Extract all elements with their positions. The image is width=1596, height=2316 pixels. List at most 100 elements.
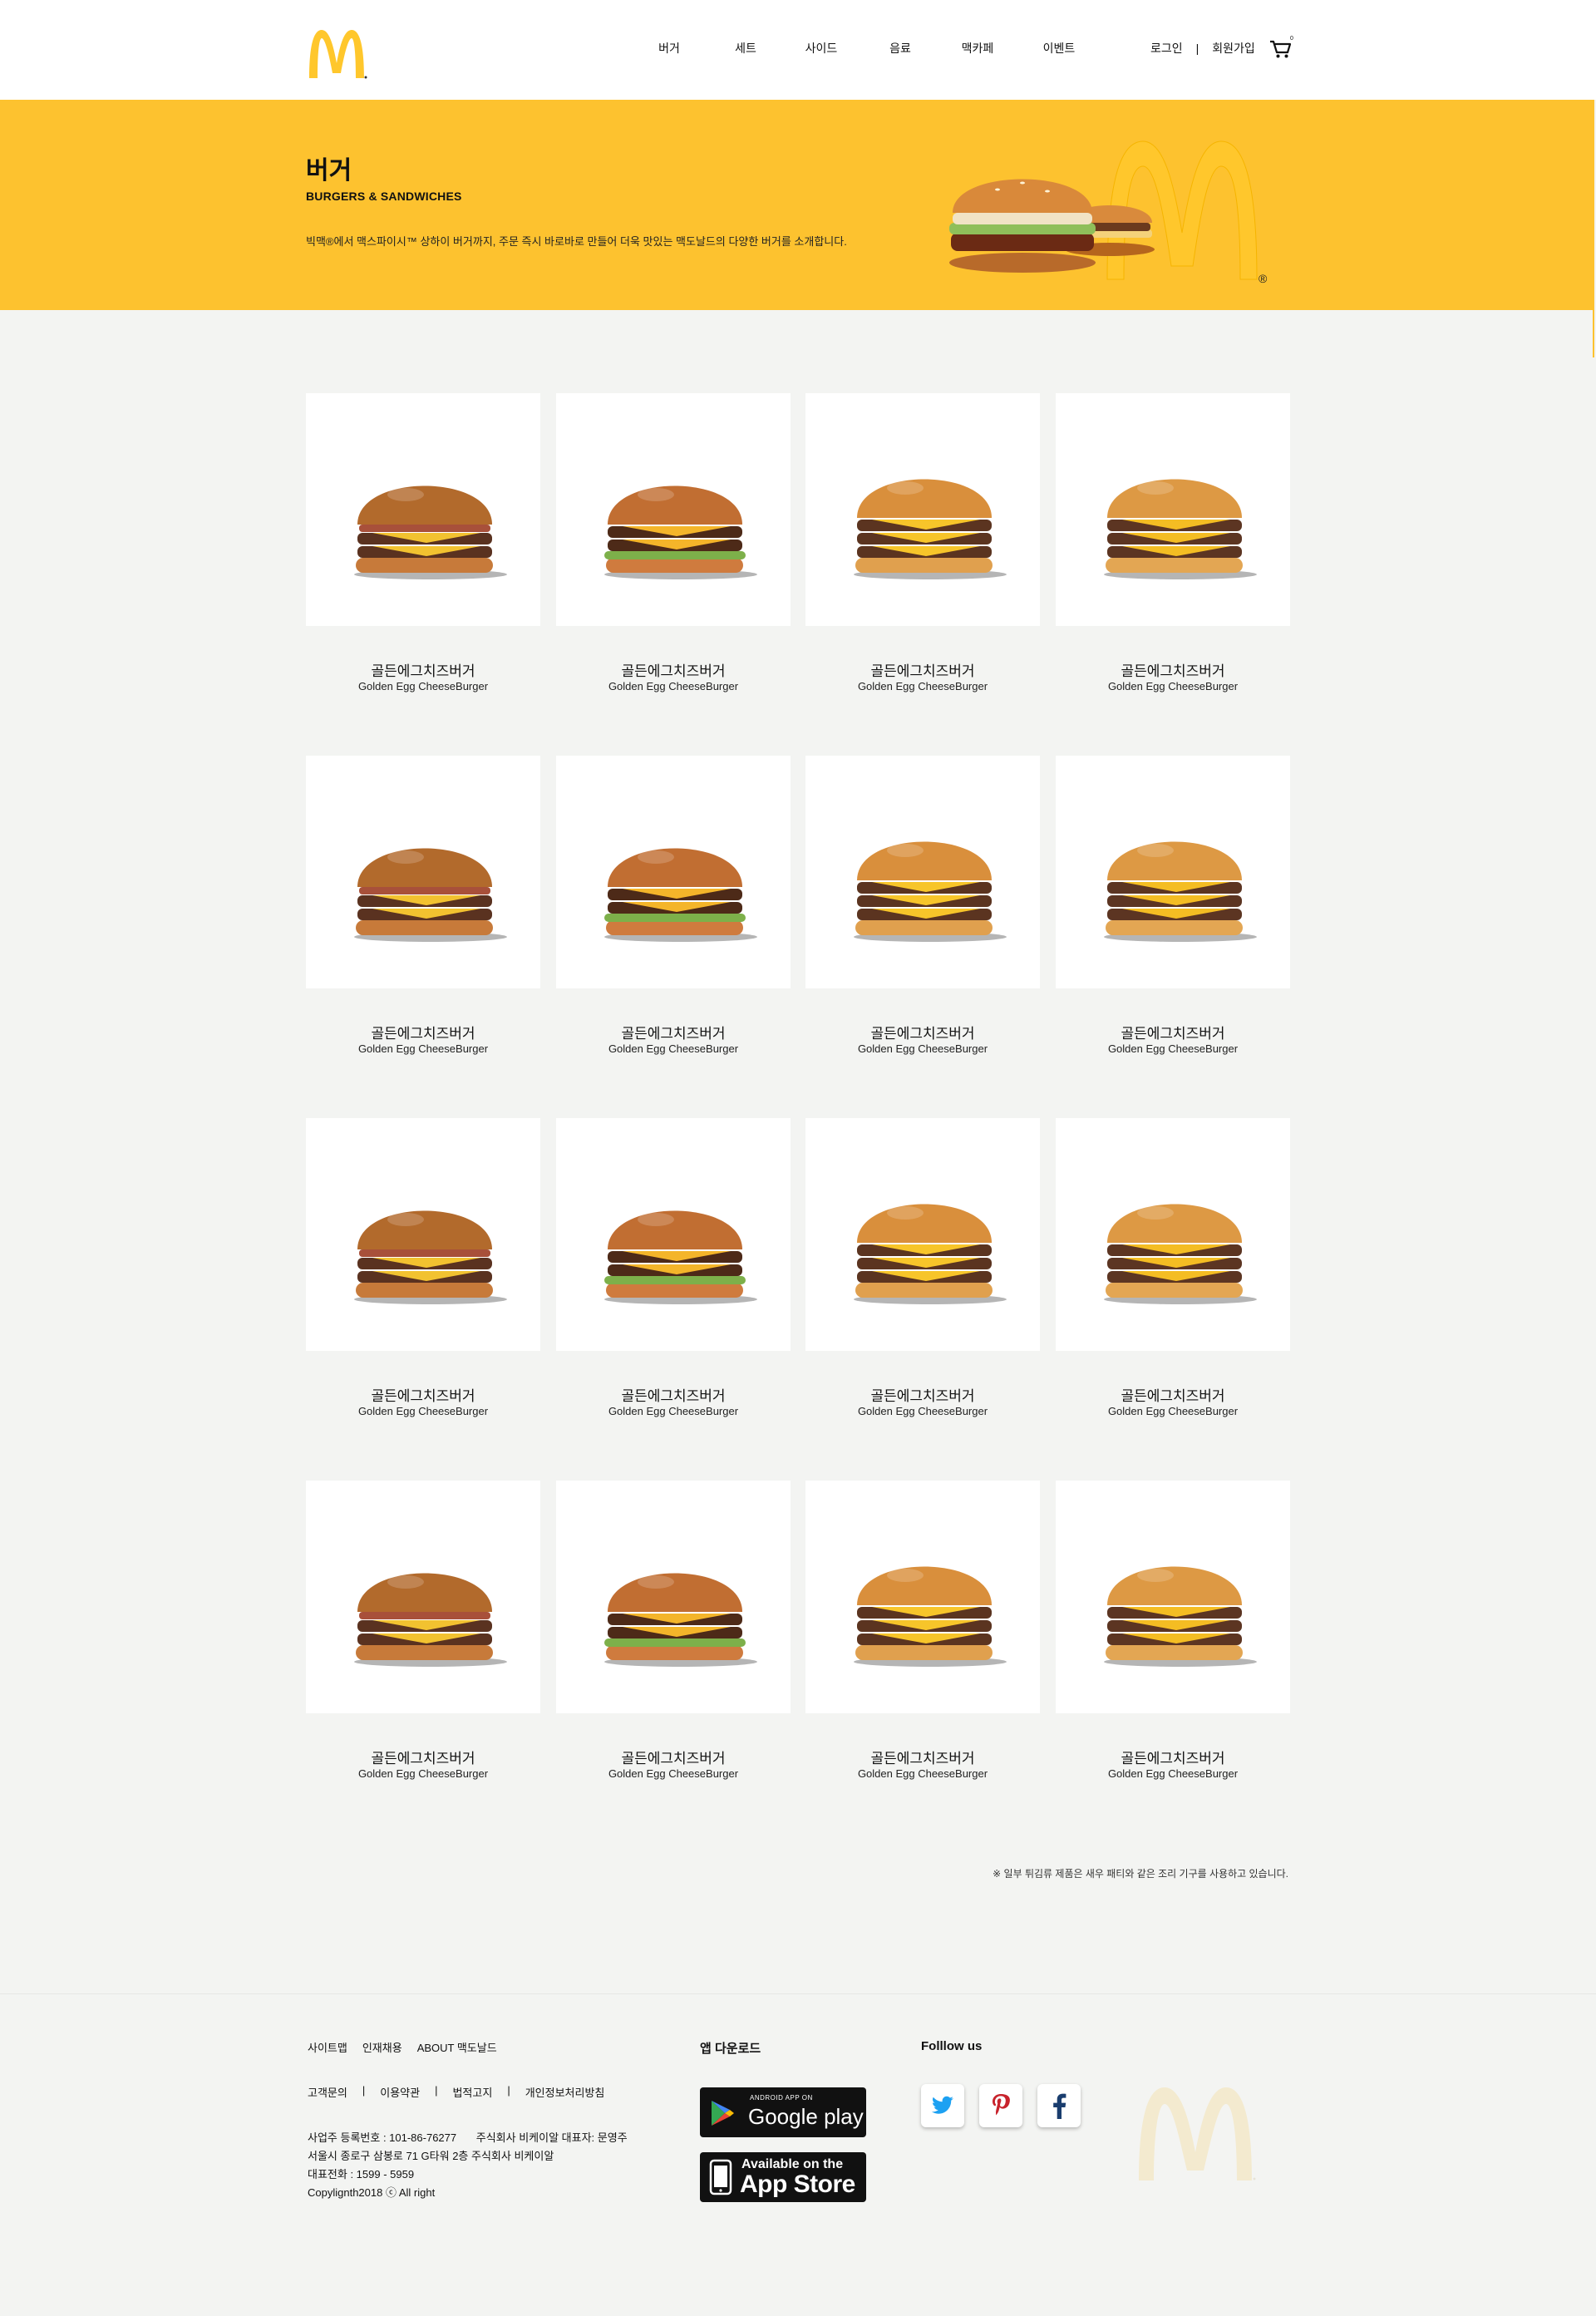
product-card[interactable]: 골든에그치즈버거 Golden Egg CheeseBurger [805, 1118, 1040, 1442]
product-name-ko[interactable]: 골든에그치즈버거 [306, 1022, 540, 1042]
product-image[interactable] [805, 1481, 1040, 1713]
nav-event[interactable]: 이벤트 [1036, 40, 1082, 57]
product-name-ko[interactable]: 골든에그치즈버거 [1056, 1022, 1290, 1042]
separator: | [507, 2084, 510, 2097]
product-name-ko[interactable]: 골든에그치즈버거 [1056, 659, 1290, 680]
product-image[interactable] [306, 1118, 540, 1351]
product-name-en: Golden Egg CheeseBurger [608, 680, 739, 692]
product-image[interactable] [556, 393, 791, 626]
page-title: 버거 [306, 157, 352, 185]
product-card[interactable]: 골든에그치즈버거 Golden Egg CheeseBurger [805, 1481, 1040, 1805]
product-image[interactable] [805, 1118, 1040, 1351]
product-name-en: Golden Egg CheeseBurger [857, 1767, 988, 1780]
login-link[interactable]: 로그인 [1150, 40, 1183, 57]
app-download-title: 앱 다운로드 [700, 2042, 761, 2056]
copyright: Copylignth2018 ⓒ All right [308, 2186, 436, 2199]
product-name-en: Golden Egg CheeseBurger [357, 1405, 489, 1417]
product-image[interactable] [805, 393, 1040, 626]
burger-image [354, 485, 507, 579]
google-play-button[interactable]: ANDROID APP ON Google play [700, 2087, 866, 2137]
nav-side[interactable]: 사이드 [798, 40, 845, 57]
product-name-en: Golden Egg CheeseBurger [857, 1405, 988, 1417]
product-name-en: Golden Egg CheeseBurger [1107, 1405, 1239, 1417]
product-card[interactable]: 골든에그치즈버거 Golden Egg CheeseBurger [306, 1481, 540, 1805]
product-image[interactable] [805, 756, 1040, 988]
footer-careers-link[interactable]: 인재채용 [362, 2039, 402, 2055]
product-image[interactable] [556, 1481, 791, 1713]
product-name-ko[interactable]: 골든에그치즈버거 [556, 1747, 791, 1767]
product-image[interactable] [1056, 756, 1290, 988]
product-name-ko[interactable]: 골든에그치즈버거 [1056, 1747, 1290, 1767]
product-name-en: Golden Egg CheeseBurger [1107, 680, 1239, 692]
product-card[interactable]: 골든에그치즈버거 Golden Egg CheeseBurger [1056, 1481, 1290, 1805]
google-play-icon [712, 2101, 734, 2126]
page-description: 빅맥®에서 맥스파이시™ 상하이 버거까지, 주문 즉시 바로바로 만들어 더욱… [306, 235, 847, 248]
cart-icon[interactable]: 0 [1268, 35, 1293, 60]
facebook-icon[interactable] [1037, 2084, 1081, 2127]
signup-link[interactable]: 회원가입 [1212, 40, 1255, 57]
product-card[interactable]: 골든에그치즈버거 Golden Egg CheeseBurger [556, 1118, 791, 1442]
product-name-ko[interactable]: 골든에그치즈버거 [306, 659, 540, 680]
product-name-ko[interactable]: 골든에그치즈버거 [556, 659, 791, 680]
product-image[interactable] [306, 756, 540, 988]
burger-image [1104, 841, 1257, 942]
product-name-ko[interactable]: 골든에그치즈버거 [1056, 1384, 1290, 1405]
product-name-ko[interactable]: 골든에그치즈버거 [306, 1747, 540, 1767]
product-name-ko[interactable]: 골든에그치즈버거 [556, 1384, 791, 1405]
pinterest-icon[interactable] [979, 2084, 1022, 2127]
burger-image [1104, 1204, 1257, 1304]
company-address: 서울시 종로구 삼봉로 71 G타워 2층 주식회사 비케이알 [308, 2150, 554, 2162]
product-card[interactable]: 골든에그치즈버거 Golden Egg CheeseBurger [1056, 1118, 1290, 1442]
product-image[interactable] [306, 1481, 540, 1713]
footer-links-primary: 사이트맵 인재채용 ABOUT 맥도날드 [308, 2039, 512, 2055]
product-image[interactable] [1056, 1481, 1290, 1713]
burger-image [354, 1573, 507, 1667]
product-name-ko[interactable]: 골든에그치즈버거 [306, 1384, 540, 1405]
product-name-ko[interactable]: 골든에그치즈버거 [805, 1384, 1040, 1405]
footer-contact-link[interactable]: 고객문의 [308, 2084, 347, 2100]
allergy-note: ※ 일부 튀김류 제품은 새우 패티와 같은 조리 기구를 사용하고 있습니다. [993, 1868, 1288, 1880]
product-name-ko[interactable]: 골든에그치즈버거 [805, 659, 1040, 680]
nav-mccafe[interactable]: 맥카페 [954, 40, 1001, 57]
product-image[interactable] [556, 1118, 791, 1351]
twitter-icon[interactable] [921, 2084, 964, 2127]
phone-icon [709, 2159, 732, 2195]
page-subtitle: BURGERS & SANDWICHES [306, 190, 462, 203]
footer-sitemap-link[interactable]: 사이트맵 [308, 2039, 347, 2055]
product-name-ko[interactable]: 골든에그치즈버거 [805, 1022, 1040, 1042]
product-image[interactable] [1056, 1118, 1290, 1351]
site-header: 버거 세트 사이드 음료 맥카페 이벤트 로그인 | 회원가입 0 [0, 0, 1596, 100]
nav-drink[interactable]: 음료 [879, 40, 921, 57]
nav-set[interactable]: 세트 [725, 40, 766, 57]
footer-terms-link[interactable]: 이용약관 [380, 2084, 420, 2100]
product-name-ko[interactable]: 골든에그치즈버거 [805, 1747, 1040, 1767]
product-image[interactable] [556, 756, 791, 988]
product-image[interactable] [1056, 393, 1290, 626]
product-card[interactable]: 골든에그치즈버거 Golden Egg CheeseBurger [556, 1481, 791, 1805]
product-name-ko[interactable]: 골든에그치즈버거 [556, 1022, 791, 1042]
company-name: 주식회사 비케이알 대표자: 문영주 [475, 2131, 628, 2144]
burger-image [1104, 1566, 1257, 1667]
footer-about-link[interactable]: ABOUT 맥도날드 [417, 2039, 497, 2055]
product-card[interactable]: 골든에그치즈버거 Golden Egg CheeseBurger [556, 393, 791, 717]
burger-image [354, 848, 507, 942]
product-card[interactable]: 골든에그치즈버거 Golden Egg CheeseBurger [1056, 756, 1290, 1080]
product-card[interactable]: 골든에그치즈버거 Golden Egg CheeseBurger [306, 393, 540, 717]
product-card[interactable]: 골든에그치즈버거 Golden Egg CheeseBurger [805, 393, 1040, 717]
product-image[interactable] [306, 393, 540, 626]
product-card[interactable]: 골든에그치즈버거 Golden Egg CheeseBurger [805, 756, 1040, 1080]
footer-legal-link[interactable]: 법적고지 [452, 2084, 492, 2100]
footer-links-secondary: 고객문의 | 이용약관 | 법적고지 | 개인정보처리방침 [308, 2084, 604, 2100]
business-number: 사업주 등록번호 : 101-86-76277 [308, 2131, 457, 2144]
mcdonalds-logo[interactable] [306, 27, 367, 80]
product-card[interactable]: 골든에그치즈버거 Golden Egg CheeseBurger [306, 1118, 540, 1442]
product-name-en: Golden Egg CheeseBurger [608, 1767, 739, 1780]
product-card[interactable]: 골든에그치즈버거 Golden Egg CheeseBurger [306, 756, 540, 1080]
product-card[interactable]: 골든에그치즈버거 Golden Egg CheeseBurger [1056, 393, 1290, 717]
burger-image [854, 841, 1007, 942]
footer-privacy-link[interactable]: 개인정보처리방침 [525, 2084, 605, 2100]
google-play-label: Google play [748, 2104, 864, 2129]
app-store-button[interactable]: Available on the App Store [700, 2152, 866, 2202]
product-card[interactable]: 골든에그치즈버거 Golden Egg CheeseBurger [556, 756, 791, 1080]
nav-burger[interactable]: 버거 [648, 40, 690, 57]
